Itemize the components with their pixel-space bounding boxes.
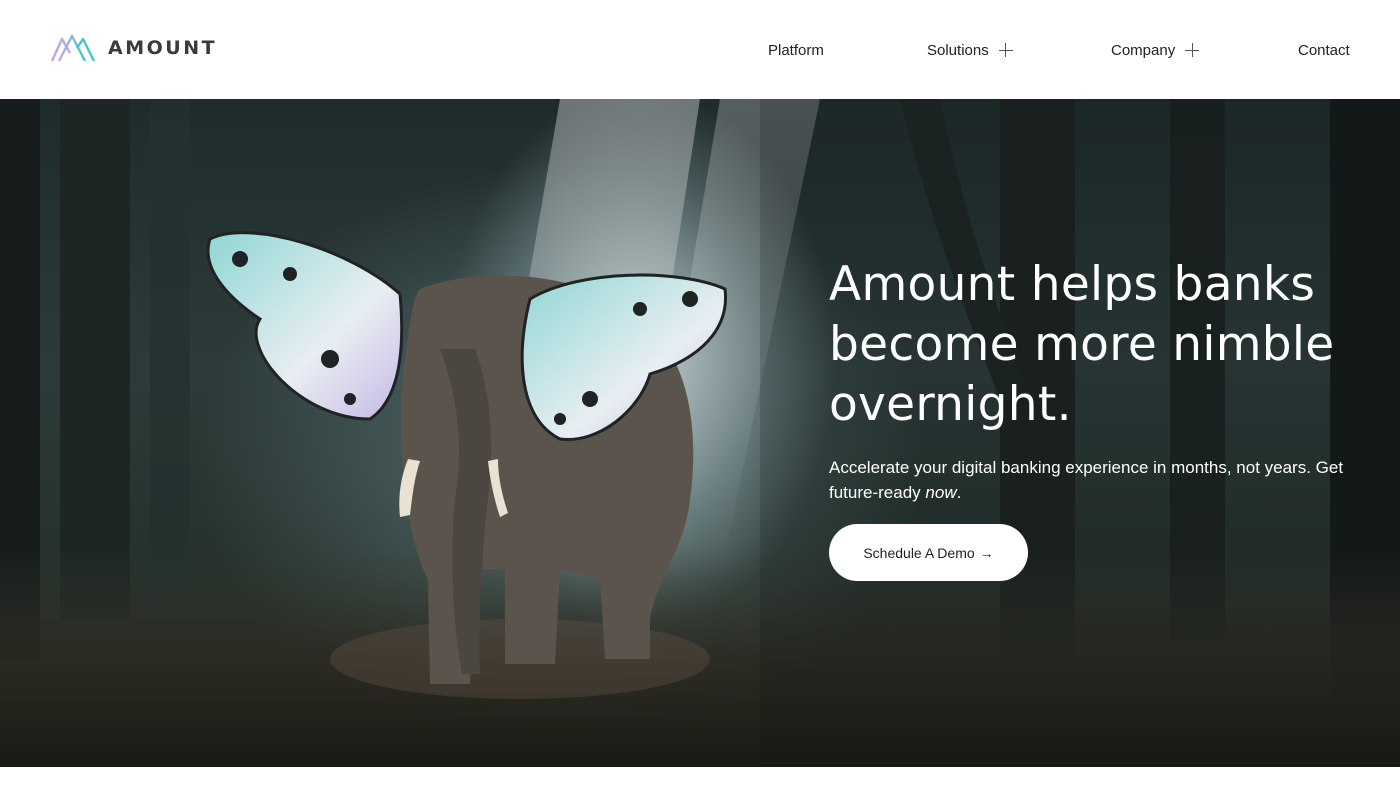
nav-solutions[interactable]: Solutions: [927, 38, 1013, 62]
nav-company[interactable]: Company: [1111, 38, 1200, 62]
hero-subtext: Accelerate your digital banking experien…: [829, 455, 1369, 505]
nav-contact[interactable]: Contact: [1298, 38, 1350, 62]
nav-platform[interactable]: Platform: [768, 38, 824, 62]
hero-subtext-emphasis: now: [925, 483, 957, 502]
brand-name: AMOUNT: [108, 37, 218, 59]
hero-subtext-end: .: [956, 483, 962, 502]
hero-subtext-main: Accelerate your digital banking experien…: [829, 458, 1344, 502]
nav-company-label: Company: [1111, 41, 1176, 59]
hero-headline: Amount helps banks become more nimble ov…: [829, 257, 1335, 432]
nav-platform-label: Platform: [768, 41, 824, 59]
tree-trunk: [60, 99, 130, 619]
site-header: AMOUNT Platform Solutions Company Contac…: [0, 0, 1400, 99]
brand-logo[interactable]: AMOUNT: [50, 33, 217, 63]
tree-trunk: [150, 99, 190, 599]
plus-icon: [998, 43, 1013, 57]
schedule-demo-label: Schedule A Demo: [863, 544, 975, 561]
nav-solutions-label: Solutions: [927, 41, 989, 59]
arrow-right-icon: →: [979, 544, 994, 561]
schedule-demo-button[interactable]: Schedule A Demo →: [829, 524, 1028, 581]
nav-contact-label: Contact: [1298, 41, 1350, 59]
plus-icon: [1185, 43, 1200, 57]
hero-section: Amount helps banks become more nimble ov…: [0, 99, 1400, 767]
mountain-logo-icon: [50, 34, 96, 63]
